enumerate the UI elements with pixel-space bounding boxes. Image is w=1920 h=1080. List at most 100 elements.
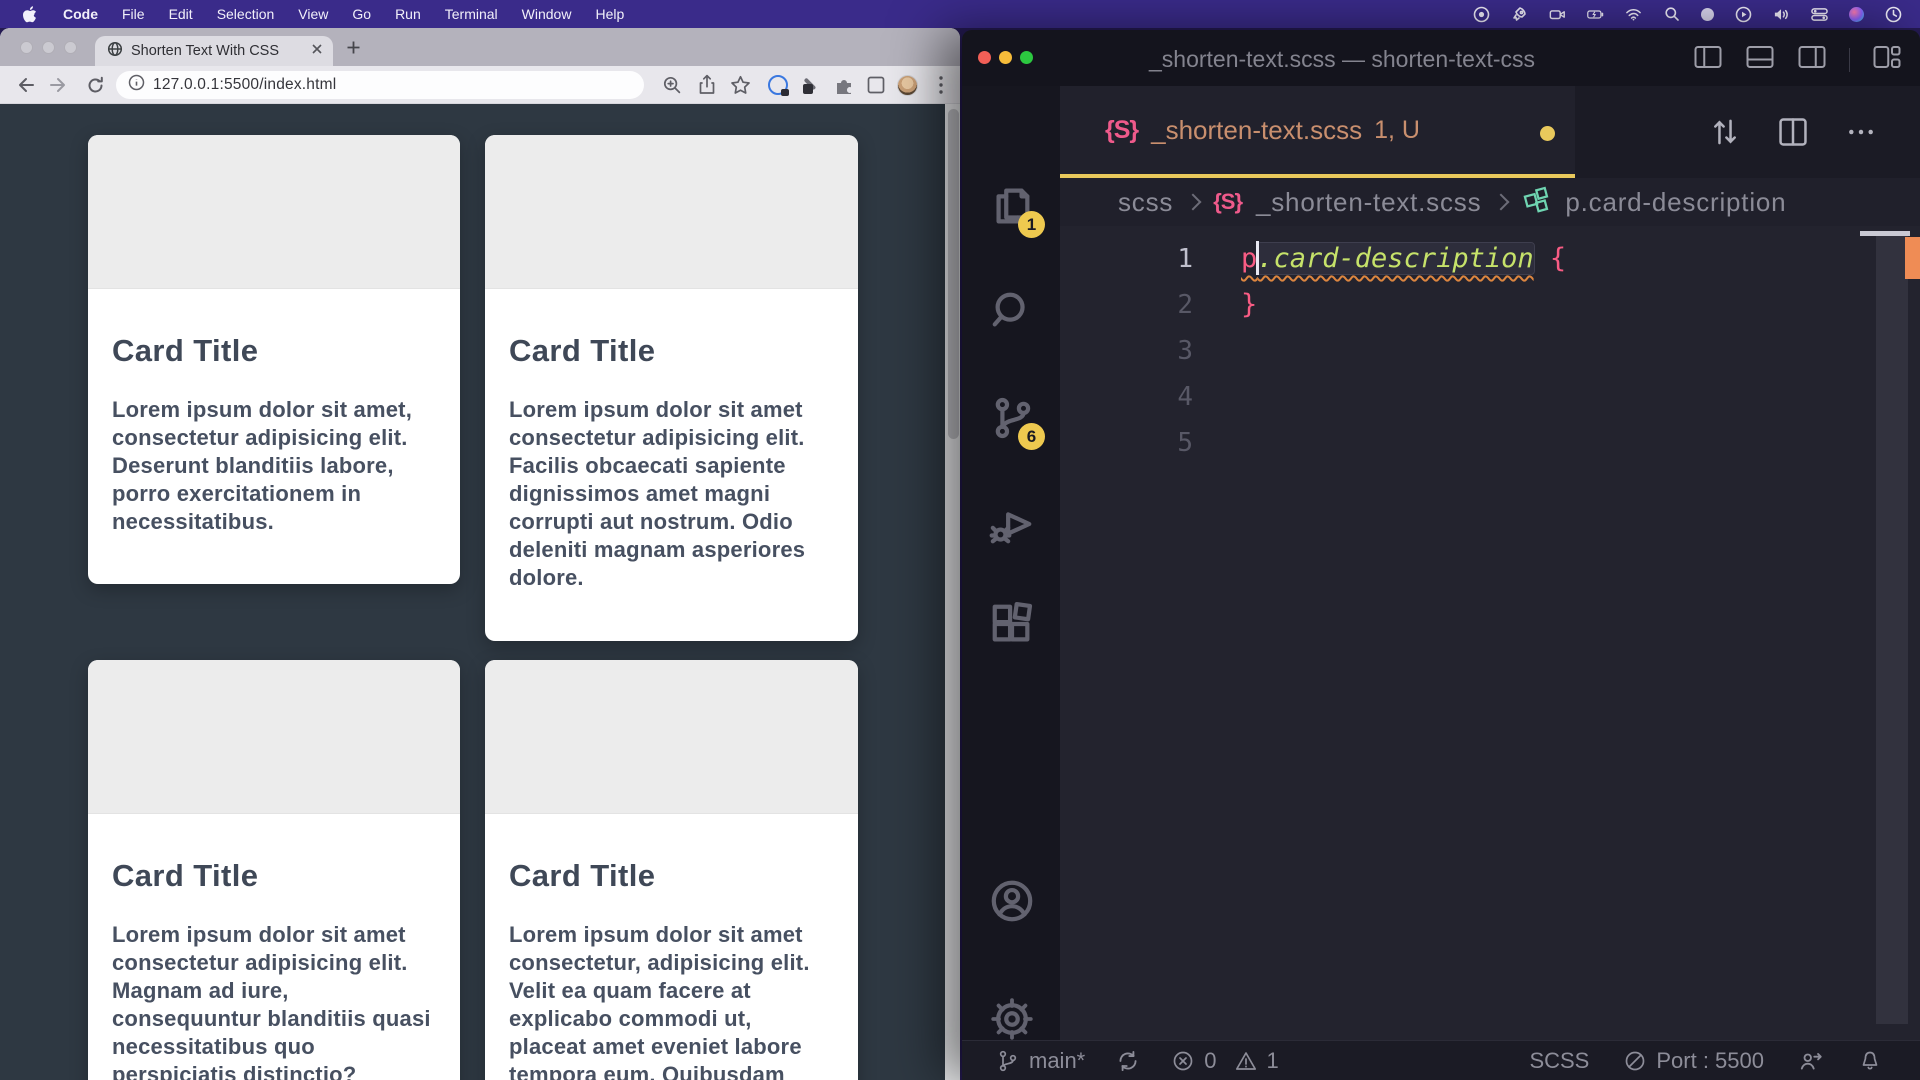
code-line-2: } xyxy=(1241,282,1257,328)
menu-selection[interactable]: Selection xyxy=(205,6,287,22)
star-icon[interactable] xyxy=(729,74,751,96)
menu-code[interactable]: Code xyxy=(51,6,110,22)
new-tab-icon[interactable] xyxy=(346,40,361,60)
record-icon[interactable] xyxy=(1473,6,1490,23)
menu-terminal[interactable]: Terminal xyxy=(433,6,510,22)
macos-menubar: Code File Edit Selection View Go Run Ter… xyxy=(0,0,1920,28)
line-number: 2 xyxy=(1060,282,1193,328)
toggle-panel-icon[interactable] xyxy=(1745,43,1775,76)
card-3-title: Card Title xyxy=(112,858,436,894)
git-branch-status[interactable]: main* xyxy=(996,1047,1085,1075)
settings-gear-icon[interactable] xyxy=(989,996,1035,1042)
code-editor[interactable]: 1 p.card-description { 2 } 3 4 5 xyxy=(1060,226,1920,1040)
run-debug-icon[interactable] xyxy=(989,501,1035,547)
reload-icon[interactable] xyxy=(84,74,106,96)
menu-go[interactable]: Go xyxy=(340,6,383,22)
line-number: 4 xyxy=(1060,374,1193,420)
unsaved-dot-icon[interactable] xyxy=(1540,126,1555,141)
play-icon[interactable] xyxy=(1735,6,1752,23)
vscode-minimize-button[interactable] xyxy=(999,51,1012,64)
eyedropper-extension-icon[interactable] xyxy=(801,74,823,96)
problems-status[interactable]: 0 1 xyxy=(1171,1048,1279,1074)
extensions-icon[interactable] xyxy=(989,601,1035,647)
share-icon[interactable] xyxy=(696,74,718,96)
status-bar: main* 0 1 SCSS Port : 5500 xyxy=(962,1040,1920,1080)
sync-status[interactable] xyxy=(1115,1048,1141,1074)
forward-icon[interactable] xyxy=(48,74,70,96)
card-2: Card Title Lorem ipsum dolor sit amet co… xyxy=(485,135,858,641)
vscode-window: _shorten-text.scss — shorten-text-css 1 … xyxy=(962,30,1920,1080)
source-control-icon[interactable]: 6 xyxy=(989,395,1035,441)
site-info-icon[interactable] xyxy=(128,74,145,96)
extensions-puzzle-icon[interactable] xyxy=(833,74,855,96)
split-editor-icon[interactable] xyxy=(1776,114,1810,155)
breadcrumb-folder[interactable]: scss xyxy=(1118,187,1173,218)
menu-help[interactable]: Help xyxy=(583,6,636,22)
page-scrollbar[interactable] xyxy=(945,104,960,1080)
toggle-sidebar-icon[interactable] xyxy=(1693,43,1723,76)
card-1-title: Card Title xyxy=(112,333,436,369)
account-icon[interactable] xyxy=(989,878,1035,924)
clock-icon[interactable] xyxy=(1885,6,1902,23)
page-scrollbar-thumb[interactable] xyxy=(948,109,959,439)
menu-file[interactable]: File xyxy=(110,6,157,22)
card-4: Card Title Lorem ipsum dolor sit amet co… xyxy=(485,660,858,1080)
editor-more-actions-icon[interactable] xyxy=(1844,114,1878,155)
port-label: Port : 5500 xyxy=(1656,1048,1764,1074)
vscode-close-button[interactable] xyxy=(978,51,991,64)
branch-name: main* xyxy=(1029,1048,1085,1074)
vscode-zoom-button[interactable] xyxy=(1020,51,1033,64)
language-mode[interactable]: SCSS xyxy=(1529,1048,1589,1074)
breadcrumb-file[interactable]: _shorten-text.scss xyxy=(1256,187,1481,218)
notifications-bell-icon[interactable] xyxy=(1858,1048,1882,1074)
browser-tab-title: Shorten Text With CSS xyxy=(131,43,311,59)
zoom-in-icon[interactable] xyxy=(661,74,683,96)
card-1-body: Lorem ipsum dolor sit amet, consectetur … xyxy=(112,396,436,536)
siri-icon[interactable] xyxy=(1849,7,1864,22)
menu-run[interactable]: Run xyxy=(383,6,433,22)
editor-scrollbar[interactable] xyxy=(1876,234,1908,1024)
url-text: 127.0.0.1:5500/index.html xyxy=(153,76,336,94)
editor-tab-filename: _shorten-text.scss xyxy=(1151,115,1362,146)
code-line-1: p.card-description { xyxy=(1241,236,1566,282)
customize-layout-icon[interactable] xyxy=(1872,43,1902,76)
browser-zoom-button[interactable] xyxy=(64,41,77,54)
battery-icon[interactable] xyxy=(1587,6,1604,23)
toggle-secondary-sidebar-icon[interactable] xyxy=(1797,43,1827,76)
menu-edit[interactable]: Edit xyxy=(157,6,205,22)
menubar-status-area xyxy=(1473,6,1920,23)
browser-minimize-button[interactable] xyxy=(42,41,55,54)
address-bar[interactable]: 127.0.0.1:5500/index.html xyxy=(116,71,644,99)
profile-avatar[interactable] xyxy=(896,74,918,96)
titlebar-separator xyxy=(1849,48,1850,72)
browser-tab[interactable]: Shorten Text With CSS xyxy=(95,36,333,66)
rocket-icon[interactable] xyxy=(1511,6,1528,23)
breadcrumb-symbol[interactable]: p.card-description xyxy=(1565,187,1786,218)
card-3-body: Lorem ipsum dolor sit amet consectetur a… xyxy=(112,921,436,1080)
privacy-extension-icon[interactable] xyxy=(767,74,789,96)
volume-icon[interactable] xyxy=(1773,6,1790,23)
compare-changes-icon[interactable] xyxy=(1708,114,1742,155)
live-server-port[interactable]: Port : 5500 xyxy=(1623,1048,1764,1074)
explorer-icon[interactable]: 1 xyxy=(989,183,1035,229)
web-page: Card Title Lorem ipsum dolor sit amet, c… xyxy=(0,104,960,1080)
card-4-image-placeholder xyxy=(485,660,858,814)
menu-view[interactable]: View xyxy=(286,6,340,22)
dnd-icon[interactable] xyxy=(1701,8,1714,21)
search-icon[interactable] xyxy=(989,288,1035,334)
side-panel-icon[interactable] xyxy=(865,74,887,96)
editor-tab-active[interactable]: {S} _shorten-text.scss 1, U xyxy=(1060,86,1575,178)
apple-menu-icon[interactable] xyxy=(22,6,37,23)
browser-close-button[interactable] xyxy=(20,41,33,54)
wifi-icon[interactable] xyxy=(1625,6,1642,23)
search-icon[interactable] xyxy=(1663,6,1680,23)
camera-icon[interactable] xyxy=(1549,6,1566,23)
tab-close-icon[interactable] xyxy=(311,42,323,60)
menu-window[interactable]: Window xyxy=(510,6,584,22)
token-class: .card-description xyxy=(1257,243,1533,274)
back-icon[interactable] xyxy=(14,74,36,96)
more-menu-icon[interactable] xyxy=(930,74,952,96)
control-center-icon[interactable] xyxy=(1811,6,1828,23)
vscode-window-title: _shorten-text.scss — shorten-text-css xyxy=(1062,46,1622,73)
feedback-icon[interactable] xyxy=(1798,1048,1824,1074)
